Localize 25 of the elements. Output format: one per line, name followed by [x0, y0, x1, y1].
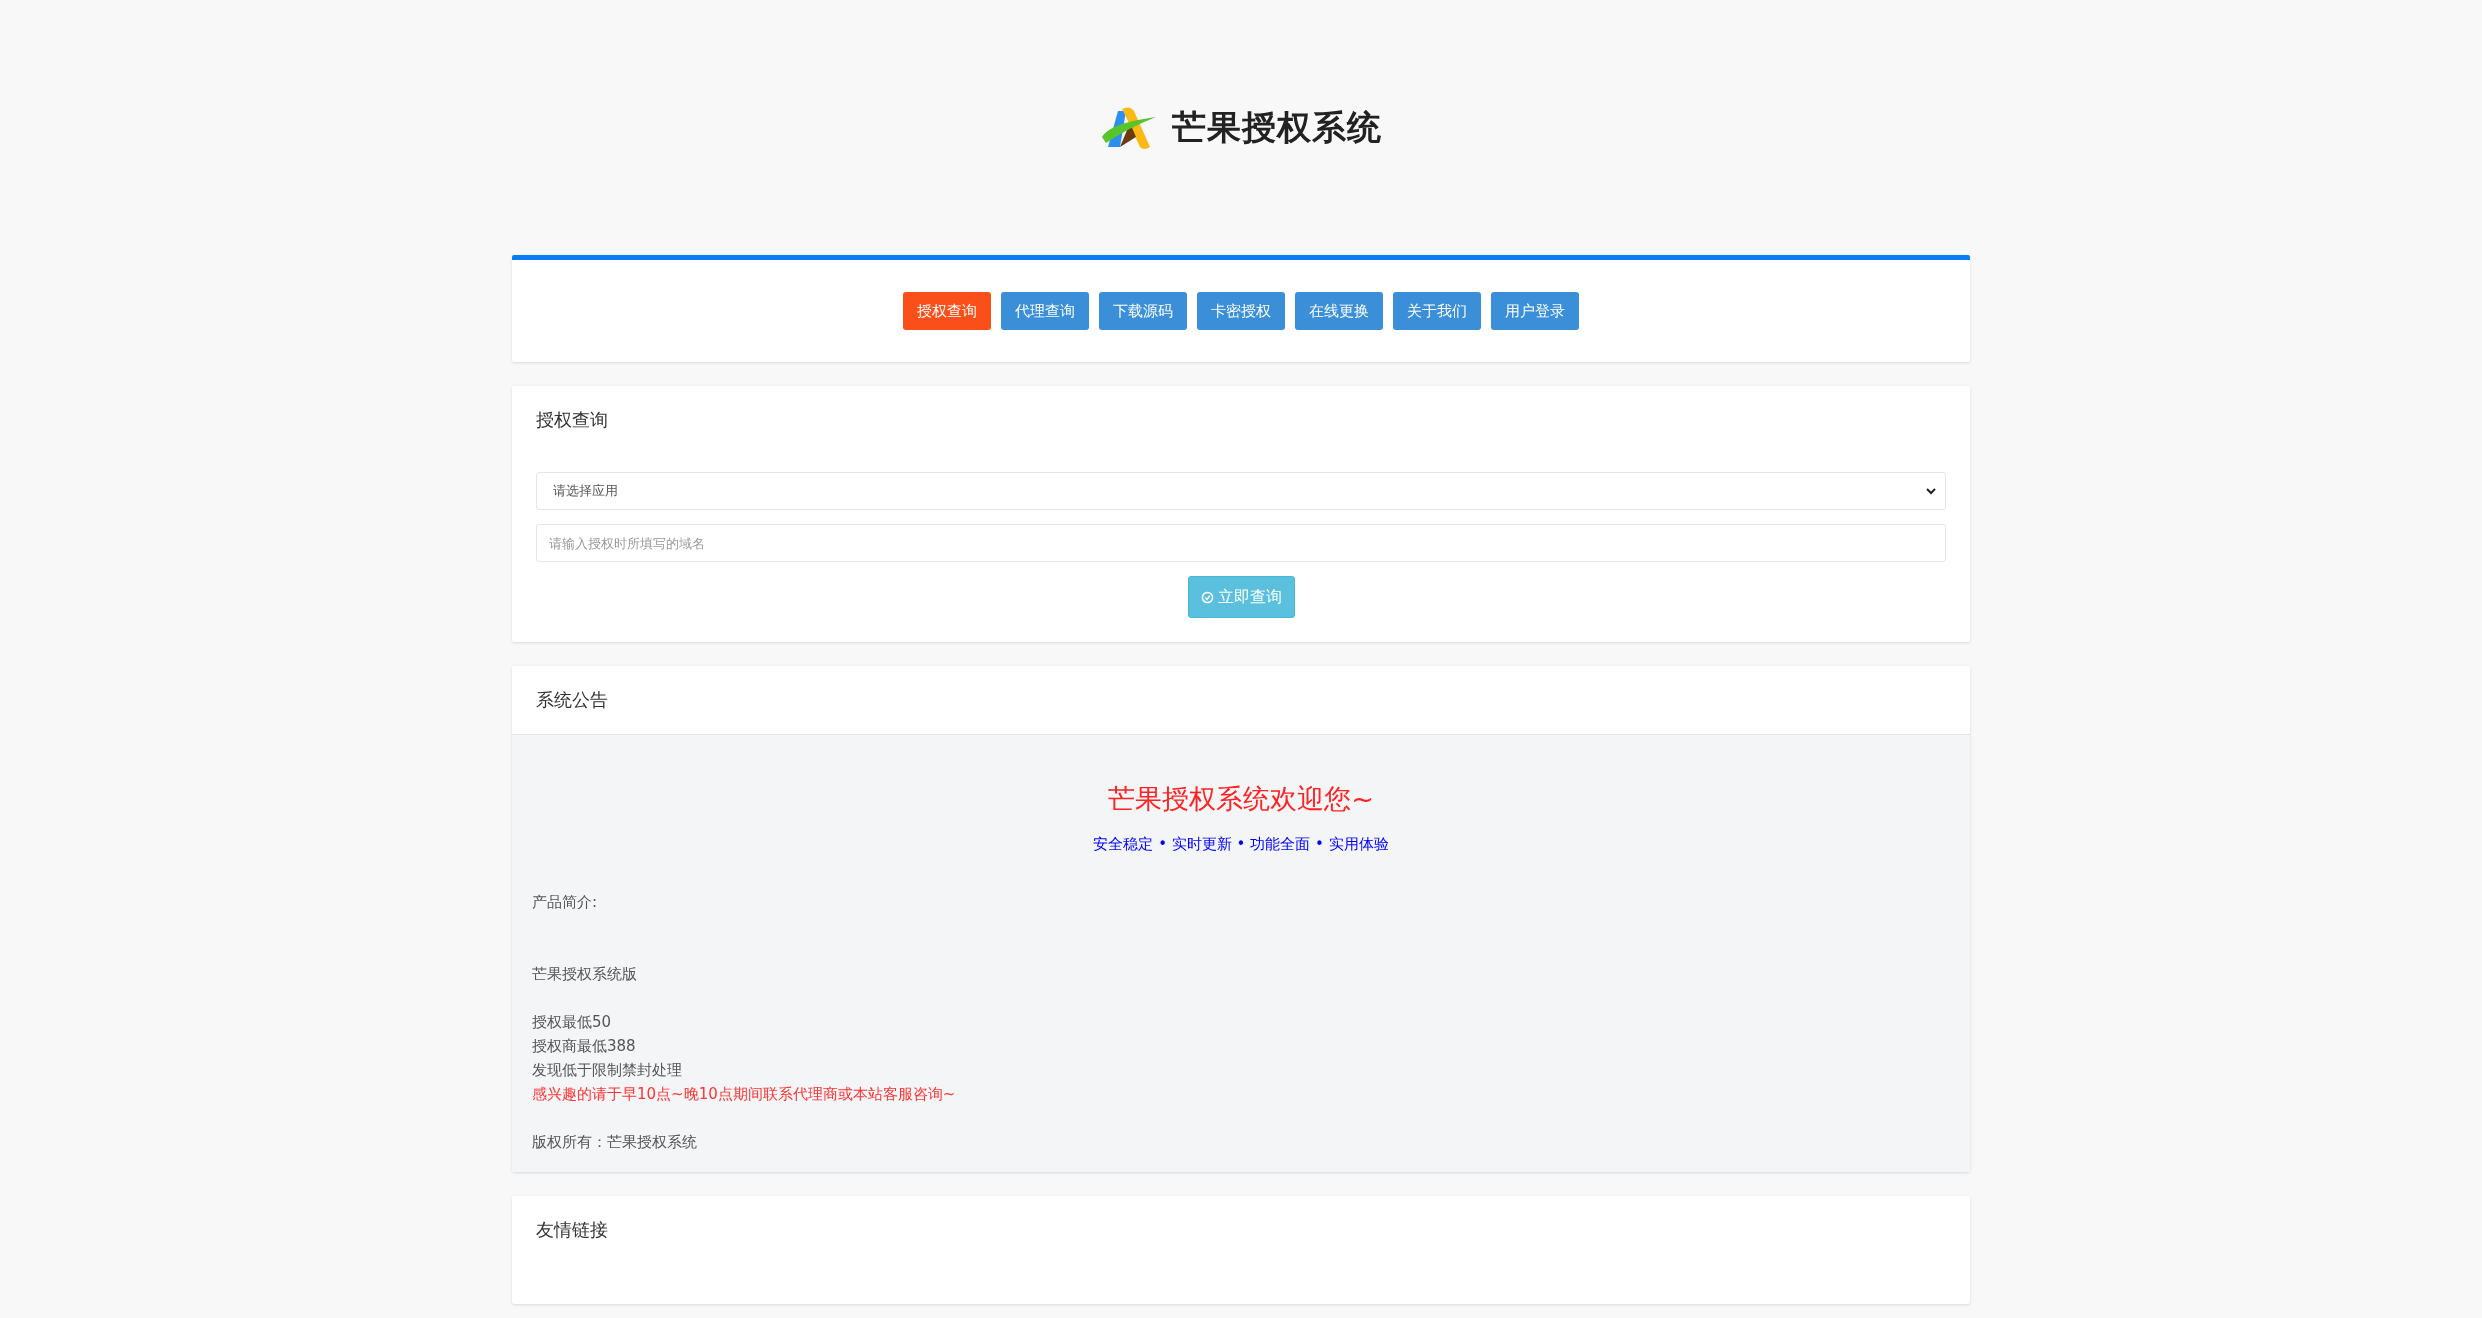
card-title: 授权查询 [535, 408, 609, 432]
query-button[interactable]: 立即查询 [1187, 576, 1295, 618]
card-title: 系统公告 [535, 688, 609, 712]
card-title: 友情链接 [535, 1218, 609, 1242]
nav-button[interactable]: 授权查询 [903, 292, 991, 330]
check-circle-icon [1200, 590, 1214, 604]
notice-text: 版权所有：芒果授权系统 [532, 1132, 698, 1153]
chevron-icon [1925, 485, 1937, 497]
nav-button[interactable]: 下载源码 [1099, 292, 1187, 330]
notice-text: 发现低于限制禁封处理 [532, 1060, 683, 1081]
nav-button[interactable]: 关于我们 [1393, 292, 1481, 330]
site-title: 芒果授权系统 [1172, 105, 1382, 149]
tagline: 安全稳定 • 实时更新 • 功能全面 • 实用体验 [1092, 835, 1390, 854]
welcome-heading: 芒果授权系统欢迎您~ [1107, 782, 1375, 816]
notice-text: 授权商最低388 [532, 1036, 637, 1057]
domain-field[interactable]: 请输入授权时所填写的域名 [536, 524, 1946, 562]
app-select[interactable]: 请选择应用 [536, 472, 1946, 510]
notice-text: 产品简介: [532, 892, 599, 913]
nav-button[interactable]: 用户登录 [1491, 292, 1579, 330]
notice-text: 感兴趣的请于早10点~晚10点期间联系代理商或本站客服咨询~ [532, 1084, 957, 1105]
nav-button[interactable]: 在线更换 [1295, 292, 1383, 330]
notice-text: 芒果授权系统版 [532, 964, 638, 985]
nav-button[interactable]: 代理查询 [1001, 292, 1089, 330]
notice-text: 授权最低50 [532, 1012, 613, 1033]
nav-button[interactable]: 卡密授权 [1197, 292, 1285, 330]
